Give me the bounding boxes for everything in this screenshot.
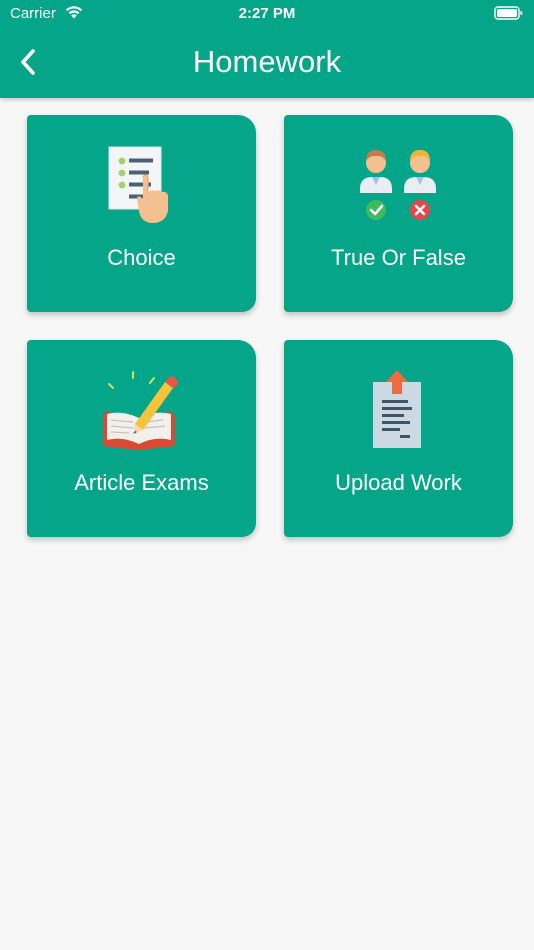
card-label: True Or False — [331, 245, 466, 270]
battery-icon — [494, 6, 523, 20]
card-label: Upload Work — [335, 470, 462, 495]
article-exams-card[interactable]: Article Exams — [27, 340, 256, 537]
choice-card[interactable]: Choice — [27, 115, 256, 312]
nav-bar: Homework — [0, 28, 534, 98]
upload-document-icon — [373, 370, 421, 448]
card-label: Choice — [107, 245, 176, 270]
app-screen: Carrier 2:27 PM Homework Choice True Or … — [0, 0, 534, 950]
true-false-card[interactable]: True Or False — [284, 115, 513, 312]
true-false-icon — [360, 150, 436, 220]
book-pencil-icon — [103, 371, 178, 450]
status-time: 2:27 PM — [238, 5, 296, 22]
choice-list-icon — [108, 146, 168, 223]
upload-work-card[interactable]: Upload Work — [284, 340, 513, 537]
status-bar: Carrier 2:27 PM — [0, 0, 534, 28]
page-title: Homework — [192, 44, 342, 79]
header: Carrier 2:27 PM Homework — [0, 0, 534, 98]
card-label: Article Exams — [74, 470, 209, 495]
